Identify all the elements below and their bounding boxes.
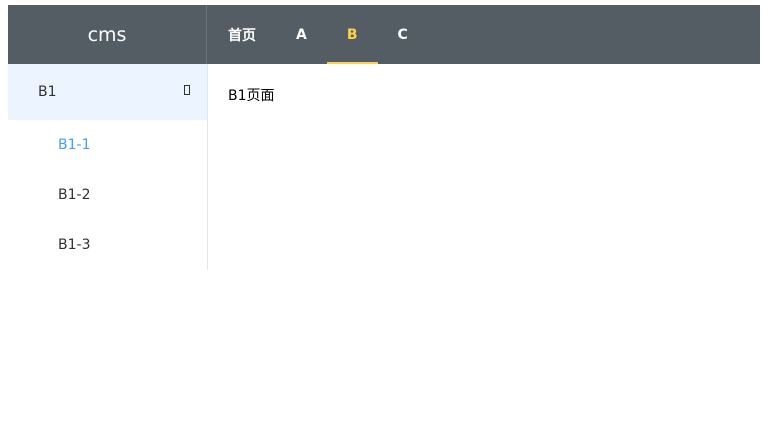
page-content-text: B1页面 [228,88,275,104]
top-header: cms 首页 A B C [8,5,760,64]
submenu-title-label: B1 [38,84,57,100]
sidebar-item-b1-2[interactable]: B1-2 [8,170,207,220]
top-nav: 首页 A B C [207,5,428,64]
main-content: B1页面 [208,64,760,270]
submenu-b1[interactable]: B1 [8,64,207,120]
logo: cms [8,5,207,64]
sidebar-item-b1-1[interactable]: B1-1 [8,120,207,170]
sidebar: B1 B1-1 B1-2 B1-3 [8,64,208,270]
sidebar-item-b1-3[interactable]: B1-3 [8,220,207,270]
nav-item-c[interactable]: C [378,5,428,64]
nav-item-home[interactable]: 首页 [208,5,276,64]
chevron-icon [184,85,190,95]
app-container: cms 首页 A B C B1 B1-1 B1-2 B1-3 B1页面 [8,5,760,270]
nav-item-a[interactable]: A [276,5,327,64]
nav-item-b[interactable]: B [326,5,378,64]
